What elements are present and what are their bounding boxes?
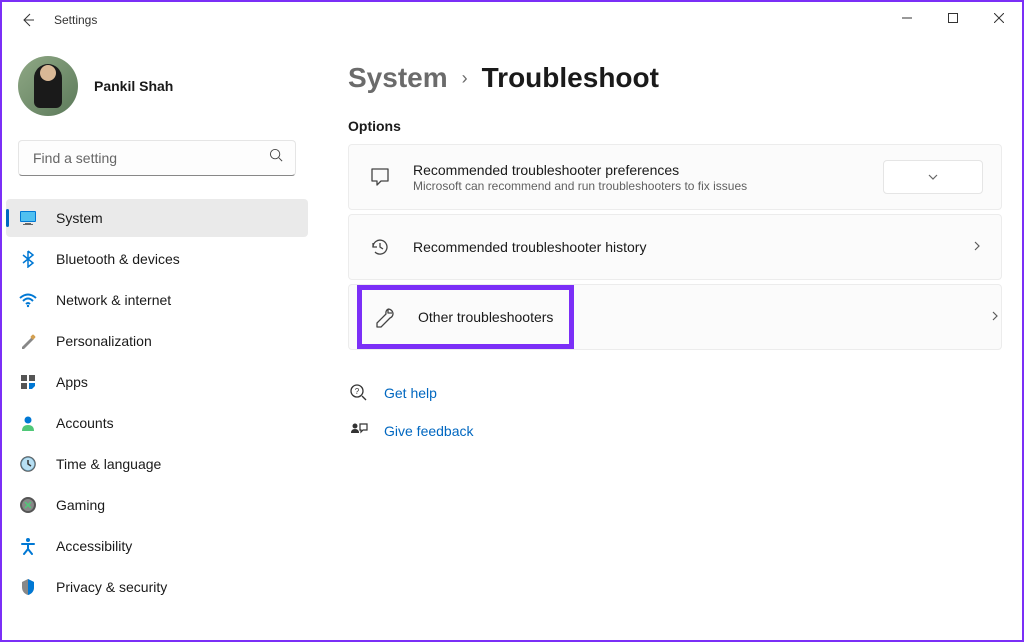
- profile-section[interactable]: Pankil Shah: [2, 48, 312, 132]
- option-title: Recommended troubleshooter history: [413, 239, 961, 255]
- window-title: Settings: [54, 13, 97, 27]
- option-subtitle: Microsoft can recommend and run troubles…: [413, 179, 873, 193]
- sidebar-item-label: Bluetooth & devices: [56, 251, 180, 267]
- sidebar-item-gaming[interactable]: Gaming: [6, 486, 308, 524]
- sidebar-item-label: Accessibility: [56, 538, 132, 554]
- help-icon: ?: [348, 382, 370, 404]
- svg-text:?: ?: [355, 387, 360, 396]
- shield-icon: [18, 577, 38, 597]
- sidebar: Pankil Shah System Bluetooth & devices N…: [2, 38, 312, 640]
- help-link-text: Get help: [384, 385, 437, 401]
- main-content: System › Troubleshoot Options Recommende…: [312, 38, 1022, 640]
- sidebar-item-accessibility[interactable]: Accessibility: [6, 527, 308, 565]
- sidebar-item-accounts[interactable]: Accounts: [6, 404, 308, 442]
- sidebar-item-bluetooth[interactable]: Bluetooth & devices: [6, 240, 308, 278]
- bluetooth-icon: [18, 249, 38, 269]
- breadcrumb-current: Troubleshoot: [482, 62, 659, 94]
- sidebar-item-label: Network & internet: [56, 292, 171, 308]
- search-input[interactable]: [18, 140, 296, 176]
- feedback-icon: [348, 420, 370, 442]
- sidebar-item-label: Personalization: [56, 333, 152, 349]
- sidebar-item-network[interactable]: Network & internet: [6, 281, 308, 319]
- sidebar-item-label: Time & language: [56, 456, 161, 472]
- preference-dropdown[interactable]: [883, 160, 983, 194]
- sidebar-item-time[interactable]: Time & language: [6, 445, 308, 483]
- sidebar-item-system[interactable]: System: [6, 199, 308, 237]
- wrench-icon: [372, 304, 398, 330]
- highlight-annotation: Other troubleshooters: [357, 285, 574, 349]
- chevron-right-icon: ›: [462, 68, 468, 89]
- close-button[interactable]: [976, 2, 1022, 34]
- sidebar-item-label: Gaming: [56, 497, 105, 513]
- sidebar-item-label: Apps: [56, 374, 88, 390]
- avatar: [18, 56, 78, 116]
- apps-icon: [18, 372, 38, 392]
- clock-icon: [18, 454, 38, 474]
- breadcrumb: System › Troubleshoot: [348, 62, 1002, 94]
- chevron-right-icon: [971, 240, 983, 255]
- chevron-right-icon: [989, 310, 1001, 325]
- minimize-button[interactable]: [884, 2, 930, 34]
- gaming-icon: [18, 495, 38, 515]
- comment-icon: [367, 164, 393, 190]
- get-help-link[interactable]: ? Get help: [348, 374, 1002, 412]
- sidebar-item-apps[interactable]: Apps: [6, 363, 308, 401]
- option-recommended-preferences[interactable]: Recommended troubleshooter preferences M…: [348, 144, 1002, 210]
- history-icon: [367, 234, 393, 260]
- system-icon: [18, 208, 38, 228]
- sidebar-item-label: System: [56, 210, 103, 226]
- sidebar-item-label: Privacy & security: [56, 579, 167, 595]
- accessibility-icon: [18, 536, 38, 556]
- sidebar-item-label: Accounts: [56, 415, 114, 431]
- breadcrumb-parent[interactable]: System: [348, 62, 448, 94]
- sidebar-item-personalization[interactable]: Personalization: [6, 322, 308, 360]
- option-title: Recommended troubleshooter preferences: [413, 162, 873, 178]
- maximize-button[interactable]: [930, 2, 976, 34]
- search-icon: [269, 148, 284, 168]
- option-other-troubleshooters[interactable]: Other troubleshooters: [348, 284, 1002, 350]
- option-troubleshooter-history[interactable]: Recommended troubleshooter history: [348, 214, 1002, 280]
- profile-name: Pankil Shah: [94, 78, 173, 94]
- chevron-down-icon: [927, 171, 939, 183]
- back-button[interactable]: [10, 2, 46, 38]
- wifi-icon: [18, 290, 38, 310]
- feedback-link-text: Give feedback: [384, 423, 474, 439]
- paint-icon: [18, 331, 38, 351]
- options-header: Options: [348, 118, 1002, 134]
- accounts-icon: [18, 413, 38, 433]
- option-title: Other troubleshooters: [418, 309, 553, 325]
- give-feedback-link[interactable]: Give feedback: [348, 412, 1002, 450]
- sidebar-item-privacy[interactable]: Privacy & security: [6, 568, 308, 606]
